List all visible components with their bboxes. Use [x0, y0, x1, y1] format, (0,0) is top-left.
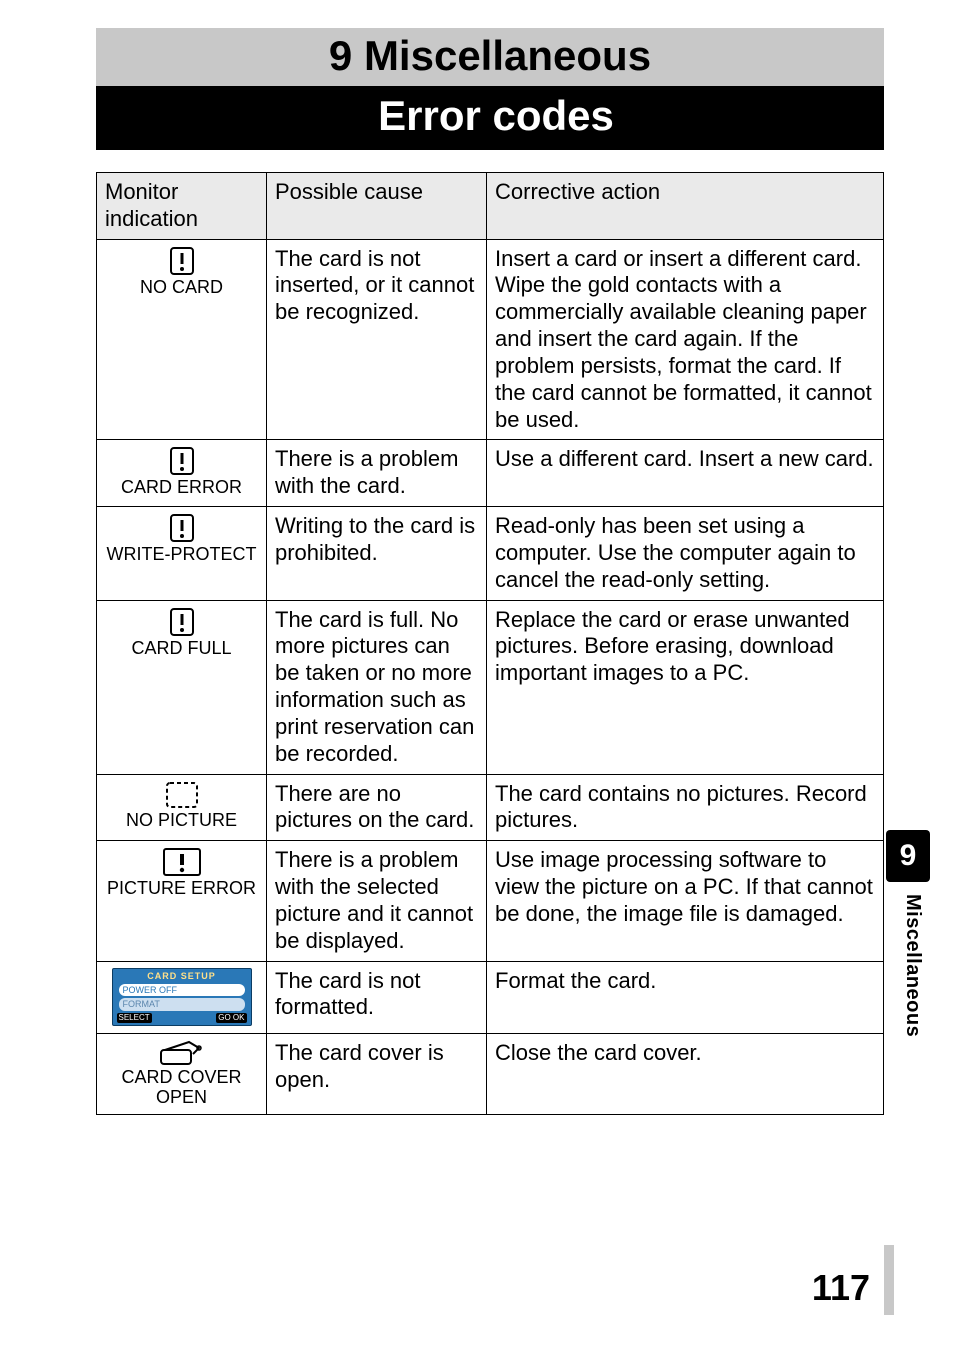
warning-card-icon: [167, 246, 197, 276]
monitor-cell: NO CARD: [97, 239, 267, 440]
warning-card-icon: [167, 446, 197, 476]
monitor-cell: CARD ERROR: [97, 440, 267, 507]
action-cell: Format the card.: [487, 961, 884, 1034]
card-setup-row-format: FORMAT: [119, 998, 245, 1011]
error-codes-table: Monitor indication Possible cause Correc…: [96, 172, 884, 1115]
table-header-row: Monitor indication Possible cause Correc…: [97, 173, 884, 240]
warning-card-icon: [167, 513, 197, 543]
cause-cell: The card is full. No more pictures can b…: [267, 600, 487, 774]
monitor-cell: CARD COVER OPEN: [97, 1034, 267, 1115]
cause-cell: The card is not inserted, or it cannot b…: [267, 239, 487, 440]
table-row: WRITE-PROTECT Writing to the card is pro…: [97, 507, 884, 600]
dashed-frame-icon: [165, 781, 199, 809]
side-chapter-label: Miscellaneous: [901, 894, 924, 1037]
cause-cell: There are no pictures on the card.: [267, 774, 487, 841]
page-number: 117: [812, 1267, 870, 1309]
monitor-cell: CARD FULL: [97, 600, 267, 774]
monitor-cell: WRITE-PROTECT: [97, 507, 267, 600]
table-row: CARD ERROR There is a problem with the c…: [97, 440, 884, 507]
error-codes-table-wrap: Monitor indication Possible cause Correc…: [96, 150, 884, 1115]
side-chapter-tab: 9: [886, 830, 930, 882]
page-number-wrap: 117: [812, 1245, 894, 1309]
warning-card-icon: [167, 607, 197, 637]
table-row: CARD FULL The card is full. No more pict…: [97, 600, 884, 774]
header-action: Corrective action: [487, 173, 884, 240]
table-row: CARD COVER OPEN The card cover is open. …: [97, 1034, 884, 1115]
table-row: NO CARD The card is not inserted, or it …: [97, 239, 884, 440]
action-cell: Replace the card or erase unwanted pictu…: [487, 600, 884, 774]
card-cover-open-icon: [159, 1040, 205, 1066]
cause-cell: The card is not formatted.: [267, 961, 487, 1034]
action-cell: The card contains no pictures. Record pi…: [487, 774, 884, 841]
card-setup-footer-right: GO OK: [216, 1013, 246, 1023]
card-setup-footer-left: SELECT: [117, 1013, 152, 1023]
action-cell: Use image processing software to view th…: [487, 841, 884, 961]
cause-cell: The card cover is open.: [267, 1034, 487, 1115]
monitor-label: NO CARD: [105, 278, 258, 298]
cause-cell: Writing to the card is prohibited.: [267, 507, 487, 600]
action-cell: Read-only has been set using a computer.…: [487, 507, 884, 600]
card-setup-footer: SELECT GO OK: [115, 1013, 249, 1023]
action-cell: Insert a card or insert a different card…: [487, 239, 884, 440]
section-title: Error codes: [96, 86, 884, 150]
card-setup-header: CARD SETUP: [115, 971, 249, 982]
action-cell: Close the card cover.: [487, 1034, 884, 1115]
monitor-label: WRITE-PROTECT: [105, 545, 258, 565]
monitor-label: CARD COVER OPEN: [105, 1068, 258, 1108]
chapter-title: 9 Miscellaneous: [96, 30, 884, 86]
side-chapter-number: 9: [900, 839, 917, 873]
header-monitor: Monitor indication: [97, 173, 267, 240]
page: 9 Miscellaneous Error codes Monitor indi…: [0, 0, 954, 1345]
card-setup-menu-icon: CARD SETUP POWER OFF FORMAT SELECT GO OK: [112, 968, 252, 1027]
monitor-label: NO PICTURE: [105, 811, 258, 831]
monitor-cell: CARD SETUP POWER OFF FORMAT SELECT GO OK: [97, 961, 267, 1034]
header-cause: Possible cause: [267, 173, 487, 240]
chapter-banner: 9 Miscellaneous Error codes: [96, 28, 884, 150]
action-cell: Use a different card. Insert a new card.: [487, 440, 884, 507]
table-row: PICTURE ERROR There is a problem with th…: [97, 841, 884, 961]
picture-error-icon: [162, 847, 202, 877]
table-row: NO PICTURE There are no pictures on the …: [97, 774, 884, 841]
page-number-bar: [884, 1245, 894, 1315]
monitor-cell: NO PICTURE: [97, 774, 267, 841]
cause-cell: There is a problem with the card.: [267, 440, 487, 507]
monitor-label: CARD FULL: [105, 639, 258, 659]
monitor-label: CARD ERROR: [105, 478, 258, 498]
card-setup-row-poweroff: POWER OFF: [119, 984, 245, 997]
monitor-cell: PICTURE ERROR: [97, 841, 267, 961]
monitor-label: PICTURE ERROR: [105, 879, 258, 899]
cause-cell: There is a problem with the selected pic…: [267, 841, 487, 961]
table-row: CARD SETUP POWER OFF FORMAT SELECT GO OK…: [97, 961, 884, 1034]
